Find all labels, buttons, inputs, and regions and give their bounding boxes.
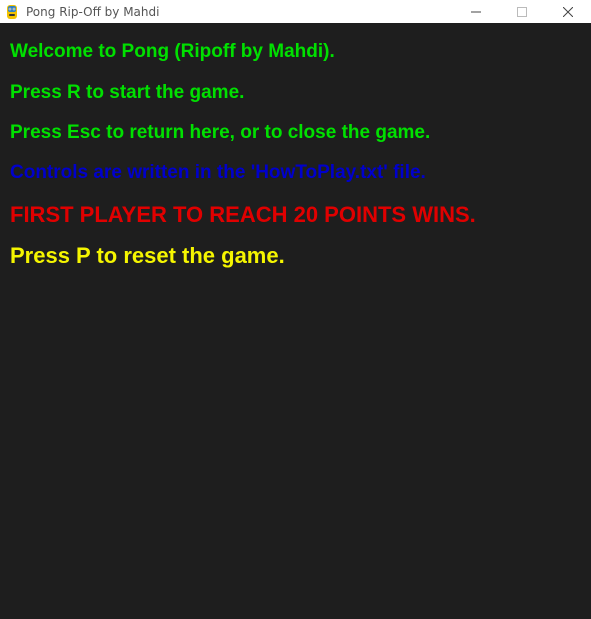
window-controls xyxy=(453,0,591,23)
controls-note: Controls are written in the 'HowToPlay.t… xyxy=(10,162,426,183)
minimize-button[interactable] xyxy=(453,0,499,23)
close-icon xyxy=(563,6,573,17)
game-window: Pong Rip-Off by Mahdi Welcome to Pong (R… xyxy=(0,0,591,619)
reset-instruction: Press P to reset the game. xyxy=(10,243,285,268)
escape-instruction: Press Esc to return here, or to close th… xyxy=(10,122,431,143)
window-title: Pong Rip-Off by Mahdi xyxy=(26,4,160,19)
game-canvas[interactable]: Welcome to Pong (Ripoff by Mahdi). Press… xyxy=(0,23,591,619)
win-condition-text: FIRST PLAYER TO REACH 20 POINTS WINS. xyxy=(10,202,476,227)
close-button[interactable] xyxy=(545,0,591,23)
maximize-button[interactable] xyxy=(499,0,545,23)
welcome-text: Welcome to Pong (Ripoff by Mahdi). xyxy=(10,41,335,62)
minimize-icon xyxy=(471,11,481,12)
pygame-snake-icon xyxy=(4,4,20,20)
maximize-icon xyxy=(517,6,527,17)
title-bar[interactable]: Pong Rip-Off by Mahdi xyxy=(0,0,591,23)
start-instruction: Press R to start the game. xyxy=(10,82,245,103)
